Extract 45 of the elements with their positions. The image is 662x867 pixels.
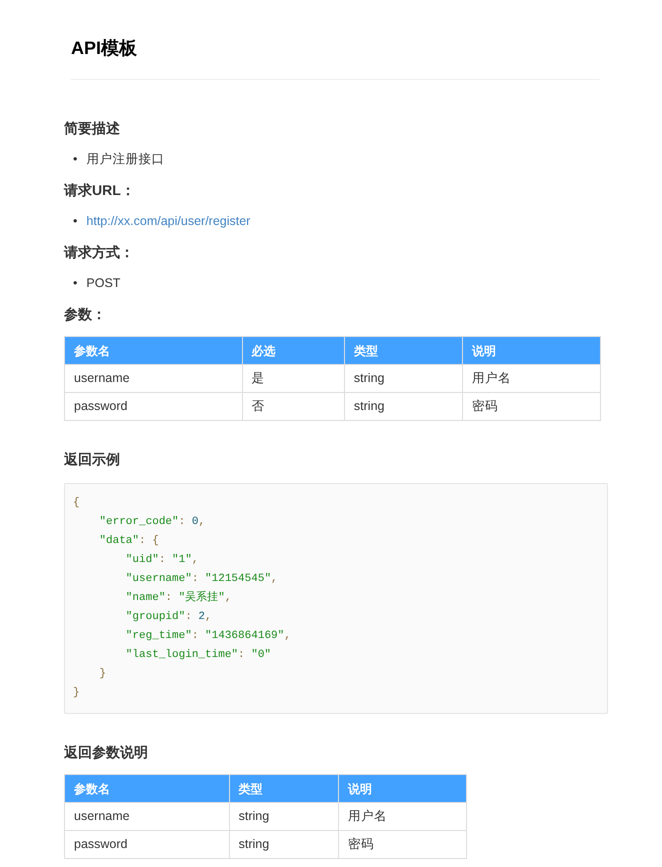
code-line: "name": "吴系挂", (124, 590, 232, 606)
code-line: "data": { (98, 534, 160, 549)
code-line: } (73, 686, 81, 701)
code-line: "groupid": 2, (124, 610, 213, 625)
list-item-text: 用户注册接口 (86, 151, 164, 168)
code-line: "username": "12154545", (124, 572, 279, 587)
section-heading: 简要描述 (64, 119, 121, 138)
section-heading: 返回参数说明 (64, 743, 149, 762)
section-heading: 请求方式： (64, 243, 135, 262)
table-cell: string (229, 802, 338, 830)
list-item-text: POST (86, 275, 120, 292)
section-heading: 请求URL： (64, 181, 136, 200)
column-header: 说明 (338, 774, 466, 802)
table-cell: username (64, 802, 230, 830)
section-heading: 返回示例 (64, 450, 121, 469)
table-cell: 密码 (462, 392, 600, 420)
code-line: "reg_time": "1436864169", (124, 629, 292, 644)
code-line: { (73, 496, 81, 511)
column-header: 参数名 (64, 774, 230, 802)
section-heading: 参数： (64, 305, 107, 324)
url-link[interactable]: http://xx.com/api/user/register (86, 212, 250, 230)
table-cell: string (229, 830, 338, 858)
table-cell: string (344, 364, 462, 392)
bullet: • (73, 213, 78, 230)
table-cell: 用户名 (338, 802, 466, 830)
page-title: API模板 (71, 37, 138, 60)
table-cell: 密码 (338, 830, 466, 858)
column-header: 类型 (344, 336, 462, 364)
table-cell: password (64, 830, 230, 858)
table-cell: username (64, 364, 242, 392)
code-line: } (98, 667, 108, 682)
table-cell: 用户名 (462, 364, 600, 392)
table-cell: password (64, 392, 242, 420)
bullet: • (73, 275, 78, 292)
table-cell: 是 (242, 364, 344, 392)
column-header: 类型 (229, 774, 338, 802)
column-header: 参数名 (64, 336, 242, 364)
column-header: 说明 (462, 336, 600, 364)
table-cell: 否 (242, 392, 344, 420)
column-header: 必选 (242, 336, 344, 364)
bullet: • (73, 151, 78, 168)
code-line: "last_login_time": "0" (124, 648, 272, 663)
table-cell: string (344, 392, 462, 420)
code-line: "error_code": 0, (98, 515, 206, 530)
code-line: "uid": "1", (124, 553, 200, 568)
